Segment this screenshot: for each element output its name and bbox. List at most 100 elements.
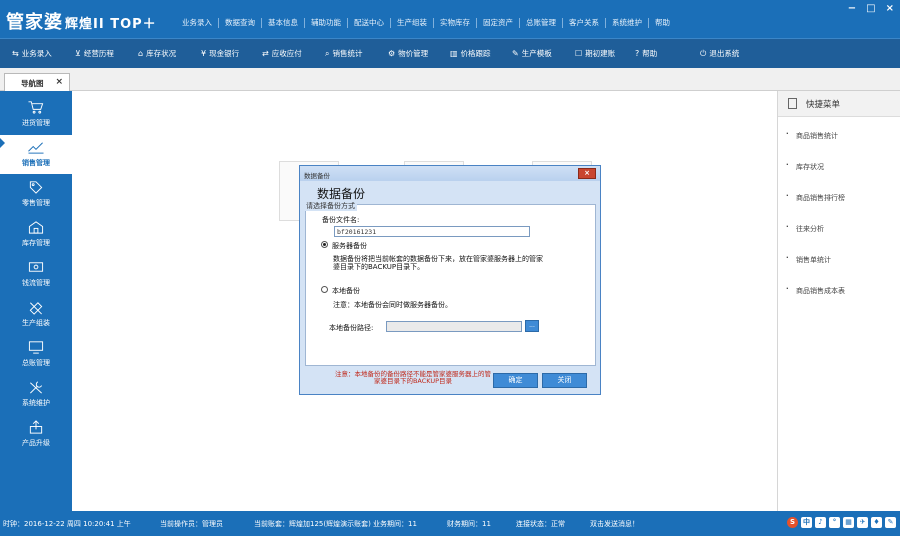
- sidebar-item-7[interactable]: 总账管理: [0, 335, 72, 374]
- tray-icon[interactable]: ♪: [815, 517, 826, 528]
- quick-menu-title: 快捷菜单: [806, 100, 841, 110]
- toolbar-button-2[interactable]: ⊻ 经营历程: [75, 48, 114, 59]
- toolbar-button-7[interactable]: ⚙ 物价管理: [388, 48, 428, 59]
- toolbar-button-label: 生产模板: [521, 49, 552, 58]
- top-menu-item[interactable]: 总账管理: [520, 18, 563, 28]
- tray-icon[interactable]: ▦: [843, 517, 854, 528]
- ok-button[interactable]: 确定: [493, 373, 538, 388]
- sidebar: 进货管理 销售管理 零售管理库存管理钱流管理生产组装总账管理系统维护产品升级: [0, 91, 72, 511]
- tray-icon[interactable]: °: [829, 517, 840, 528]
- top-menu-item[interactable]: 业务录入: [176, 18, 219, 28]
- filename-label: 备份文件名:: [322, 216, 360, 224]
- top-menu-item[interactable]: 帮助: [649, 18, 676, 28]
- status-finance-period: 财务期间：11: [447, 520, 491, 528]
- status-clock: 时钟：2016-12-22 周四 10:20:41 上午: [3, 520, 131, 528]
- quick-menu-item[interactable]: 商品销售排行榜: [786, 192, 845, 203]
- quick-menu-item[interactable]: 库存状况: [786, 161, 824, 172]
- local-path-label: 本地备份路径:: [329, 324, 374, 332]
- toolbar-button-label: 期初建账: [585, 49, 616, 58]
- status-operator: 当前操作员：管理员: [160, 520, 223, 528]
- top-menu-item[interactable]: 辅助功能: [305, 18, 348, 28]
- tray-icon[interactable]: ♦: [871, 517, 882, 528]
- toolbar-button-9[interactable]: ✎ 生产模板: [512, 48, 552, 59]
- tray-icon[interactable]: S: [787, 517, 798, 528]
- toolbar-button-3[interactable]: ⌂ 库存状况: [138, 48, 176, 59]
- toolbar-button-label: 库存状况: [146, 49, 177, 58]
- local-backup-note: 注意：本地备份会同时做服务器备份。: [333, 301, 452, 309]
- tray-icon[interactable]: ✎: [885, 517, 896, 528]
- top-menu-item[interactable]: 客户关系: [563, 18, 606, 28]
- gear-icon: ⚙: [388, 49, 396, 58]
- top-menu-item[interactable]: 配送中心: [348, 18, 391, 28]
- quick-menu-item[interactable]: 销售单统计: [786, 254, 831, 265]
- help-icon: ?: [635, 49, 640, 58]
- dialog-close-icon[interactable]: ×: [578, 168, 596, 179]
- toolbar-button-10[interactable]: ☐ 期初建账: [575, 48, 615, 59]
- minimize-icon[interactable]: −: [848, 3, 856, 14]
- status-account: 当前账套：辉煌加125(辉煌演示账套) 业务期间：11: [254, 520, 417, 528]
- filename-input[interactable]: bf20161231: [334, 226, 530, 237]
- toolbar-button-8[interactable]: ▥ 价格跟踪: [450, 48, 491, 59]
- toolbar-button-label: 退出系统: [709, 49, 740, 58]
- toolbar-button-1[interactable]: ⇆ 业务录入: [12, 48, 52, 59]
- sidebar-item-3[interactable]: 零售管理: [0, 175, 72, 214]
- local-backup-label: 本地备份: [332, 287, 360, 295]
- quick-menu-item[interactable]: 商品销售统计: [786, 130, 838, 141]
- sidebar-item-2[interactable]: 销售管理: [0, 135, 72, 174]
- trend-icon: [26, 139, 46, 155]
- server-backup-label: 服务器备份: [332, 242, 367, 250]
- sidebar-item-9[interactable]: 产品升级: [0, 415, 72, 454]
- status-connection: 连接状态：正常: [516, 520, 565, 528]
- top-menu-item[interactable]: 数据查询: [219, 18, 262, 28]
- tray-icon[interactable]: 中: [801, 517, 812, 528]
- browse-button[interactable]: ...: [525, 320, 539, 332]
- toolbar-button-5[interactable]: ⇄ 应收应付: [262, 48, 302, 59]
- toolbar-button-label: 应收应付: [271, 49, 302, 58]
- switch-icon: ⇆: [12, 49, 19, 58]
- monitor-icon: [26, 339, 46, 355]
- top-menu-item[interactable]: 固定资产: [477, 18, 520, 28]
- sidebar-item-label: 总账管理: [22, 359, 50, 367]
- quick-menu-header: 快捷菜单: [778, 91, 900, 117]
- wrench-icon: [26, 379, 46, 395]
- sidebar-item-6[interactable]: 生产组装: [0, 295, 72, 334]
- toolbar-button-6[interactable]: ⌕ 销售统计: [325, 48, 362, 59]
- toolbar-button-11[interactable]: ? 帮助: [635, 48, 657, 59]
- app-logo: 管家婆 辉煌II TOP＋: [6, 12, 157, 33]
- tab-navigation-map[interactable]: 导航图 ×: [4, 73, 70, 91]
- local-backup-radio[interactable]: [321, 286, 328, 293]
- toolbar-button-12[interactable]: ⏻ 退出系统: [700, 48, 739, 59]
- sidebar-item-label: 产品升级: [22, 439, 50, 447]
- sidebar-item-4[interactable]: 库存管理: [0, 215, 72, 254]
- power-icon: ⏻: [700, 48, 707, 58]
- sidebar-item-label: 库存管理: [22, 239, 50, 247]
- quick-menu-item[interactable]: 往来分析: [786, 223, 824, 234]
- top-menu-item[interactable]: 实物库存: [434, 18, 477, 28]
- close-icon[interactable]: ×: [886, 3, 894, 14]
- server-backup-radio[interactable]: [321, 241, 328, 248]
- money-icon: [26, 259, 46, 275]
- tray-icon[interactable]: ✈: [857, 517, 868, 528]
- sidebar-item-8[interactable]: 系统维护: [0, 375, 72, 414]
- top-menu-item[interactable]: 基本信息: [262, 18, 305, 28]
- dialog-title-bar: 数据备份: [300, 166, 600, 181]
- top-menu-item[interactable]: 系统维护: [606, 18, 649, 28]
- top-menu-item[interactable]: 生产组装: [391, 18, 434, 28]
- local-path-input[interactable]: [386, 321, 522, 332]
- warehouse-icon: [26, 219, 46, 235]
- chart-icon: ⊻: [75, 49, 81, 58]
- dialog-heading: 数据备份: [317, 187, 366, 201]
- home-icon: ⌂: [138, 49, 144, 58]
- sidebar-item-label: 钱流管理: [22, 279, 50, 287]
- maximize-icon[interactable]: □: [866, 3, 875, 14]
- toolbar-button-label: 物价管理: [398, 49, 429, 58]
- tab-close-icon[interactable]: ×: [55, 77, 63, 87]
- sidebar-item-5[interactable]: 钱流管理: [0, 255, 72, 294]
- calendar-icon: ☐: [575, 49, 583, 58]
- sidebar-item-1[interactable]: 进货管理: [0, 95, 72, 134]
- dialog-footer: 注意：本地备份的备份路径不能是管家婆服务器上的管家婆目录下的BACKUP目录 确…: [305, 368, 596, 392]
- quick-menu-item[interactable]: 商品销售成本表: [786, 285, 845, 296]
- toolbar-button-4[interactable]: ¥ 现金银行: [201, 48, 239, 59]
- status-message[interactable]: 双击发送消息！: [590, 519, 639, 529]
- close-button[interactable]: 关闭: [542, 373, 587, 388]
